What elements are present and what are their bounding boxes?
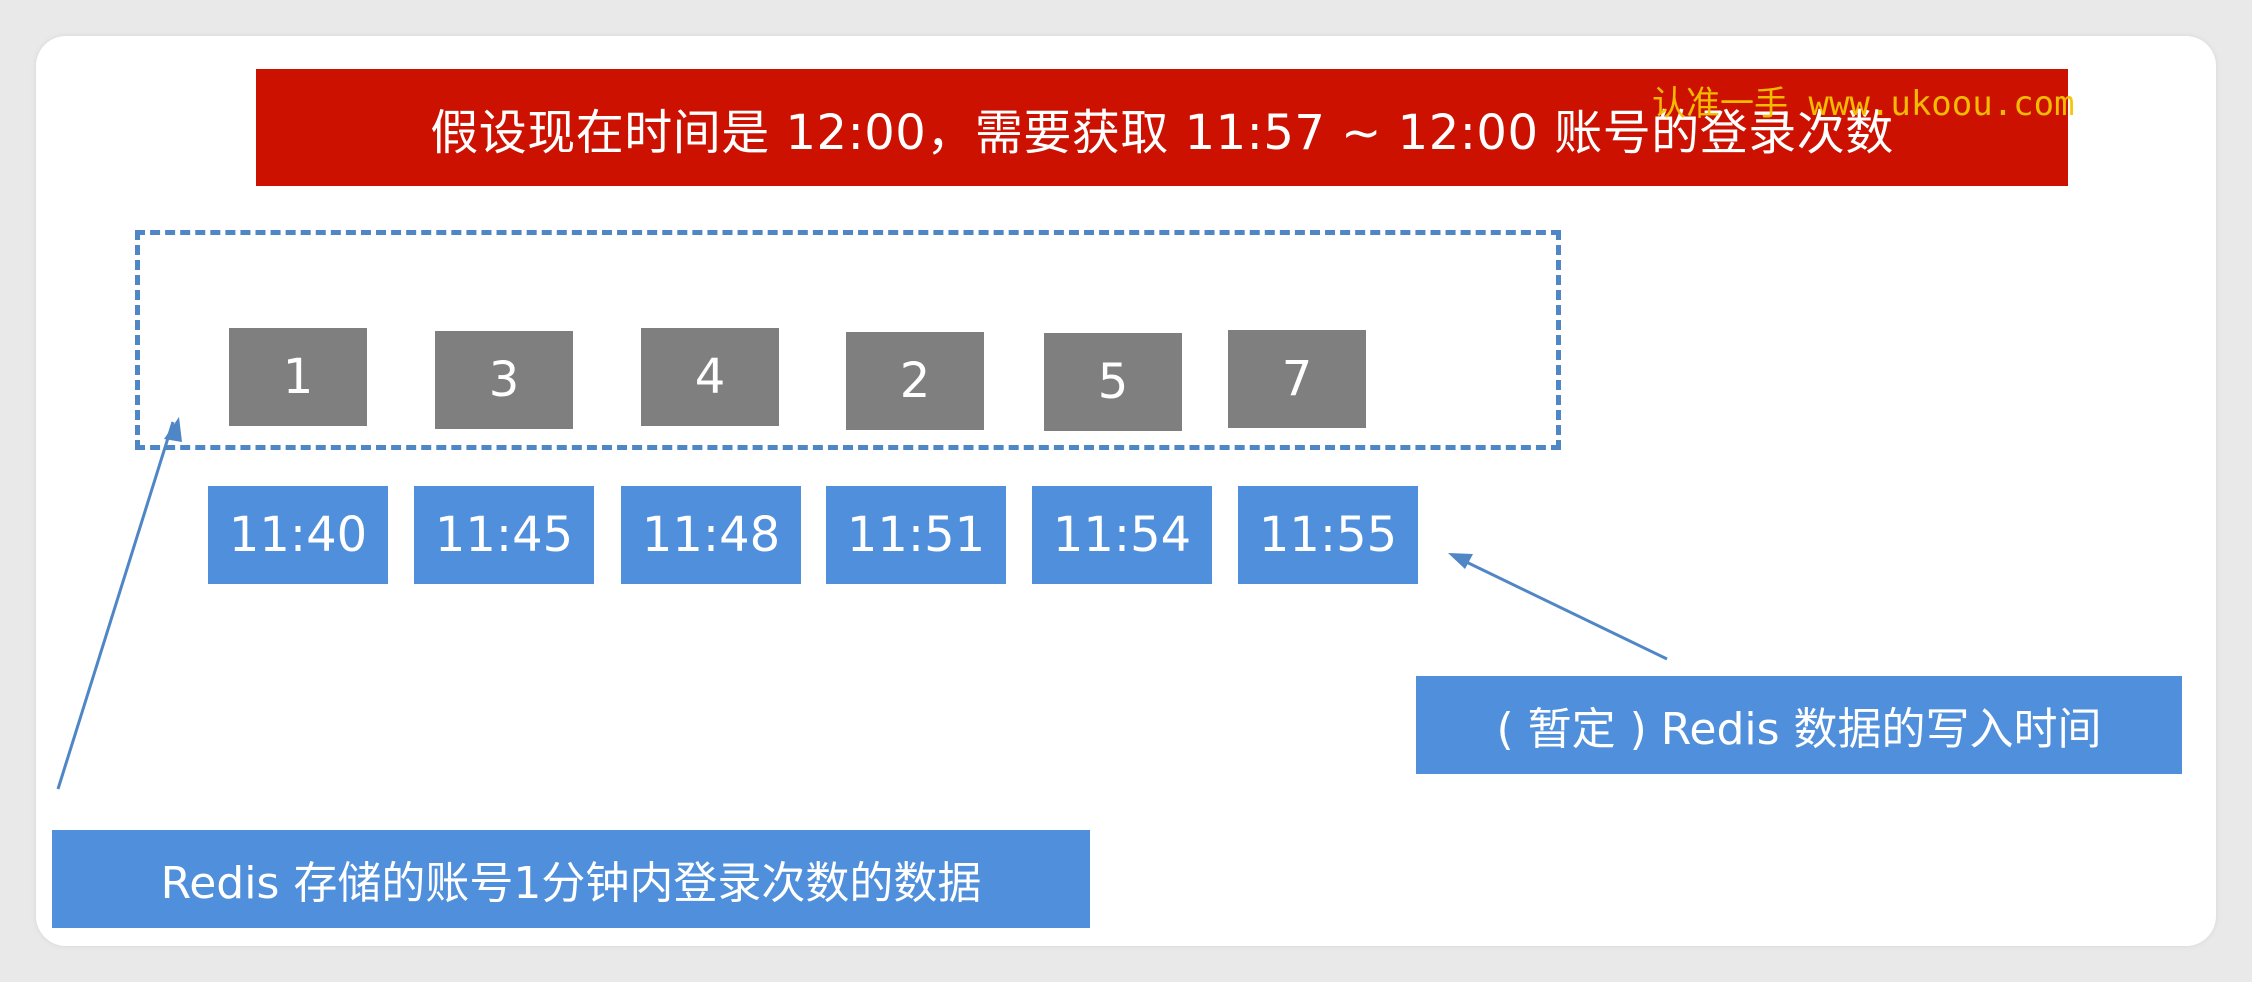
time-value: 11:45 — [434, 507, 574, 563]
count-box: 1 — [229, 328, 367, 426]
canvas: 假设现在时间是 12:00，需要获取 11:57 ~ 12:00 账号的登录次数… — [0, 0, 2252, 982]
count-box: 5 — [1044, 333, 1182, 431]
arrow-head-write-time — [1448, 553, 1473, 569]
storage-label-text: Redis 存储的账号1分钟内登录次数的数据 — [160, 858, 982, 909]
time-box: 11:40 — [208, 486, 388, 584]
count-box: 7 — [1228, 330, 1366, 428]
count-value: 5 — [1097, 354, 1129, 410]
arrow-line-write-time — [1455, 555, 1668, 661]
time-value: 11:40 — [228, 507, 368, 563]
write-time-label-text: ( 暂定 ) Redis 数据的写入时间 — [1496, 704, 2102, 755]
count-value: 1 — [282, 349, 314, 405]
time-box: 11:48 — [621, 486, 801, 584]
time-value: 11:51 — [846, 507, 986, 563]
arrow-line-storage — [56, 421, 175, 790]
time-box: 11:51 — [826, 486, 1006, 584]
slide: 假设现在时间是 12:00，需要获取 11:57 ~ 12:00 账号的登录次数… — [36, 36, 2216, 946]
watermark-text: 认准一手 www.ukoou.com — [1652, 84, 2075, 124]
count-value: 4 — [694, 349, 726, 405]
time-value: 11:54 — [1052, 507, 1192, 563]
time-box: 11:45 — [414, 486, 594, 584]
time-box: 11:55 — [1238, 486, 1418, 584]
time-box: 11:54 — [1032, 486, 1212, 584]
write-time-label: ( 暂定 ) Redis 数据的写入时间 — [1416, 676, 2182, 774]
count-box: 4 — [641, 328, 779, 426]
time-value: 11:55 — [1258, 507, 1398, 563]
time-value: 11:48 — [641, 507, 781, 563]
storage-label: Redis 存储的账号1分钟内登录次数的数据 — [52, 830, 1090, 928]
count-value: 7 — [1281, 351, 1313, 407]
count-value: 3 — [488, 352, 520, 408]
count-box: 2 — [846, 332, 984, 430]
count-box: 3 — [435, 331, 573, 429]
count-value: 2 — [899, 353, 931, 409]
